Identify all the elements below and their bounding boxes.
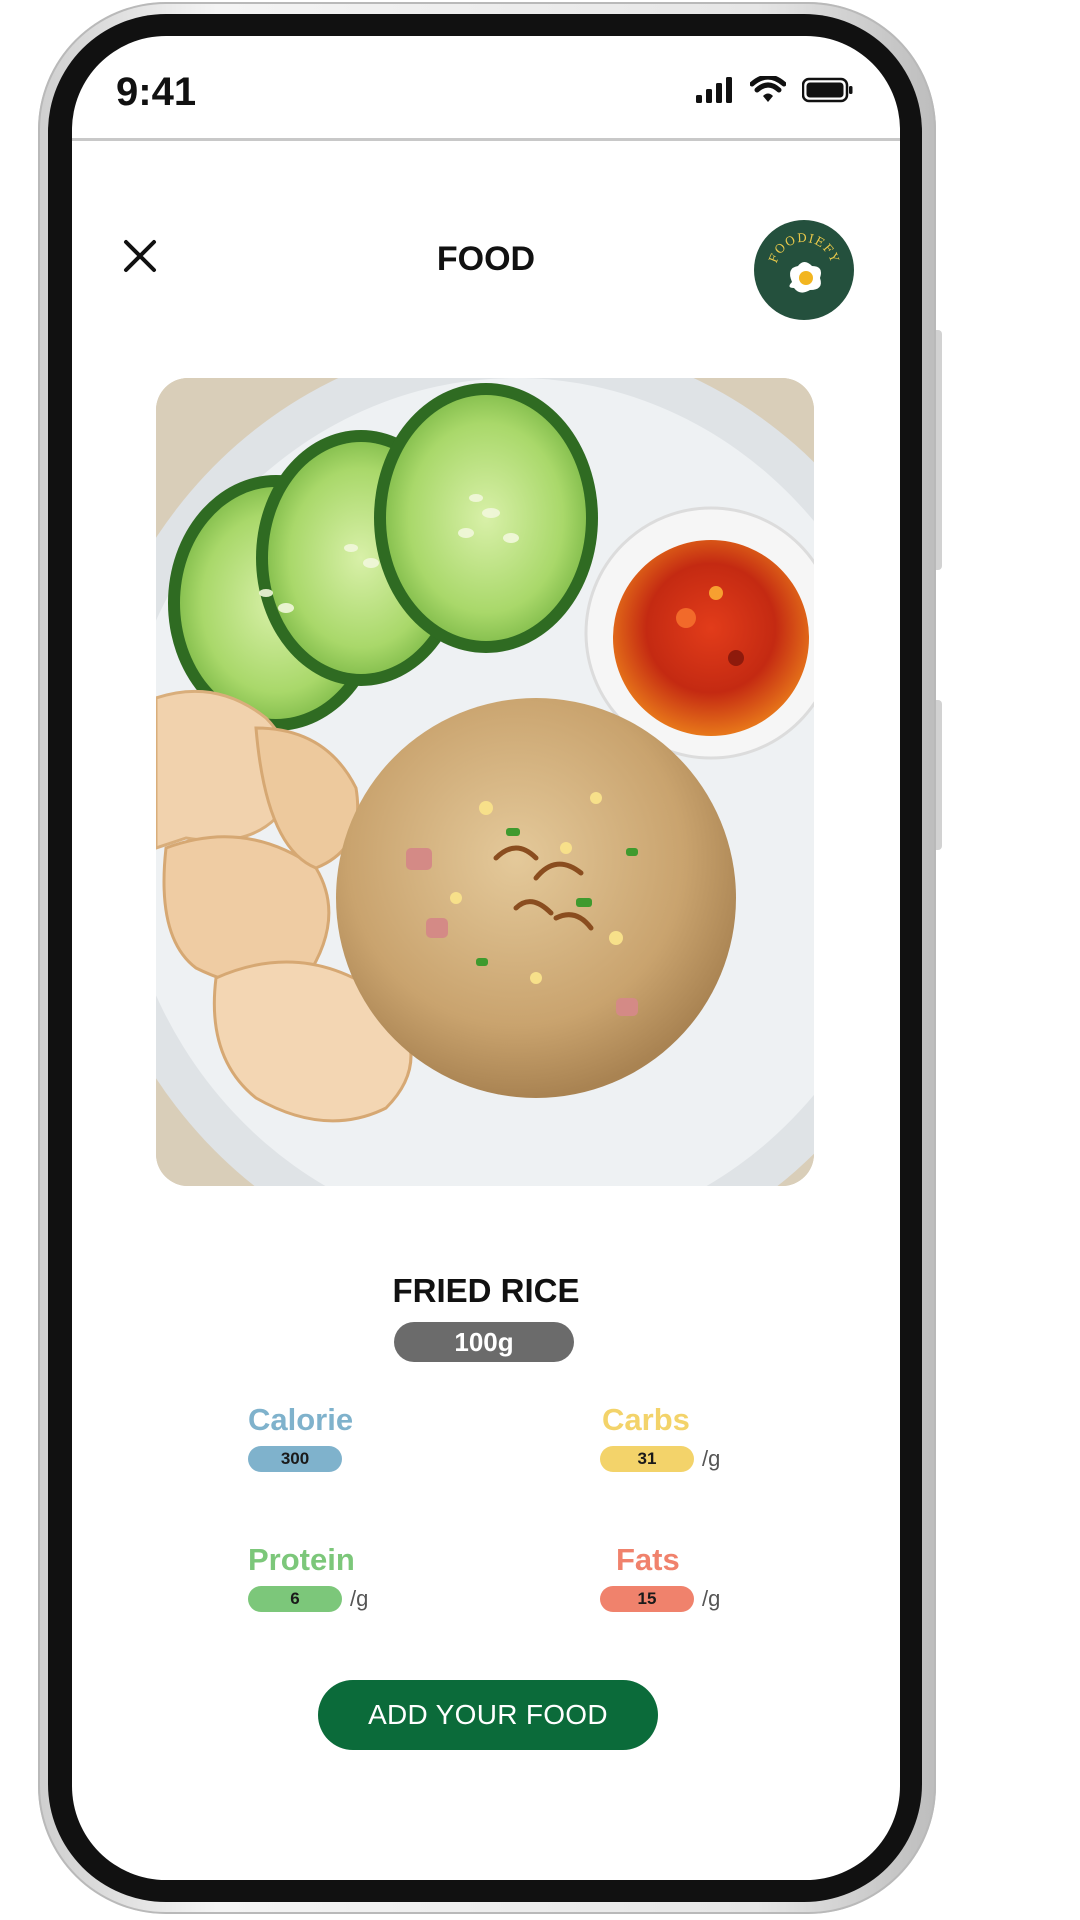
nutrient-calorie: Calorie 300 (248, 1402, 353, 1472)
fried-rice-plate-image (156, 378, 814, 1186)
nutrient-label-fats: Fats (616, 1542, 680, 1577)
status-divider (72, 138, 900, 141)
status-icons (696, 76, 854, 104)
nutrient-label-calorie: Calorie (248, 1402, 354, 1437)
nutrient-value-carbs: 31 (600, 1446, 694, 1472)
nutrient-unit-protein: /g (350, 1586, 369, 1611)
nutrient-unit-carbs: /g (702, 1446, 721, 1471)
nutrient-row-protein: 6 /g (248, 1586, 368, 1612)
brand-logo: FOODIEFY (754, 220, 854, 320)
nutrient-fats: Fats 15 /g (600, 1542, 720, 1612)
add-food-button[interactable]: ADD YOUR FOOD (318, 1680, 658, 1750)
food-name: FRIED RICE (392, 1272, 580, 1309)
phone-screen: 9:41 FOOD FOODIEFY FRIED RICE 100g Calor… (72, 36, 900, 1880)
battery-icon (802, 77, 853, 103)
signal-icon (696, 77, 732, 103)
nutrient-row-calorie: 300 (248, 1446, 353, 1472)
device-mockup: 9:41 FOOD FOODIEFY FRIED RICE 100g Calor… (0, 0, 1080, 1920)
status-time: 9:41 (116, 70, 197, 114)
nutrient-value-calorie: 300 (248, 1446, 342, 1472)
nutrient-carbs: Carbs 31 /g (600, 1402, 720, 1472)
nutrient-value-fats: 15 (600, 1586, 694, 1612)
nutrient-label-protein: Protein (248, 1542, 355, 1577)
portion-badge[interactable]: 100g (394, 1322, 574, 1362)
nutrient-unit-fats: /g (702, 1586, 721, 1611)
food-photo (156, 378, 814, 1186)
nutrient-row-carbs: 31 /g (600, 1446, 720, 1472)
fried-egg-logo-icon: FOODIEFY (766, 231, 842, 293)
nutrient-value-protein: 6 (248, 1586, 342, 1612)
svg-text:FOODIEFY: FOODIEFY (766, 231, 842, 265)
wifi-icon (750, 76, 786, 102)
nutrient-protein: Protein 6 /g (248, 1542, 368, 1612)
nutrient-label-carbs: Carbs (602, 1402, 690, 1437)
nutrient-row-fats: 15 /g (600, 1586, 720, 1612)
